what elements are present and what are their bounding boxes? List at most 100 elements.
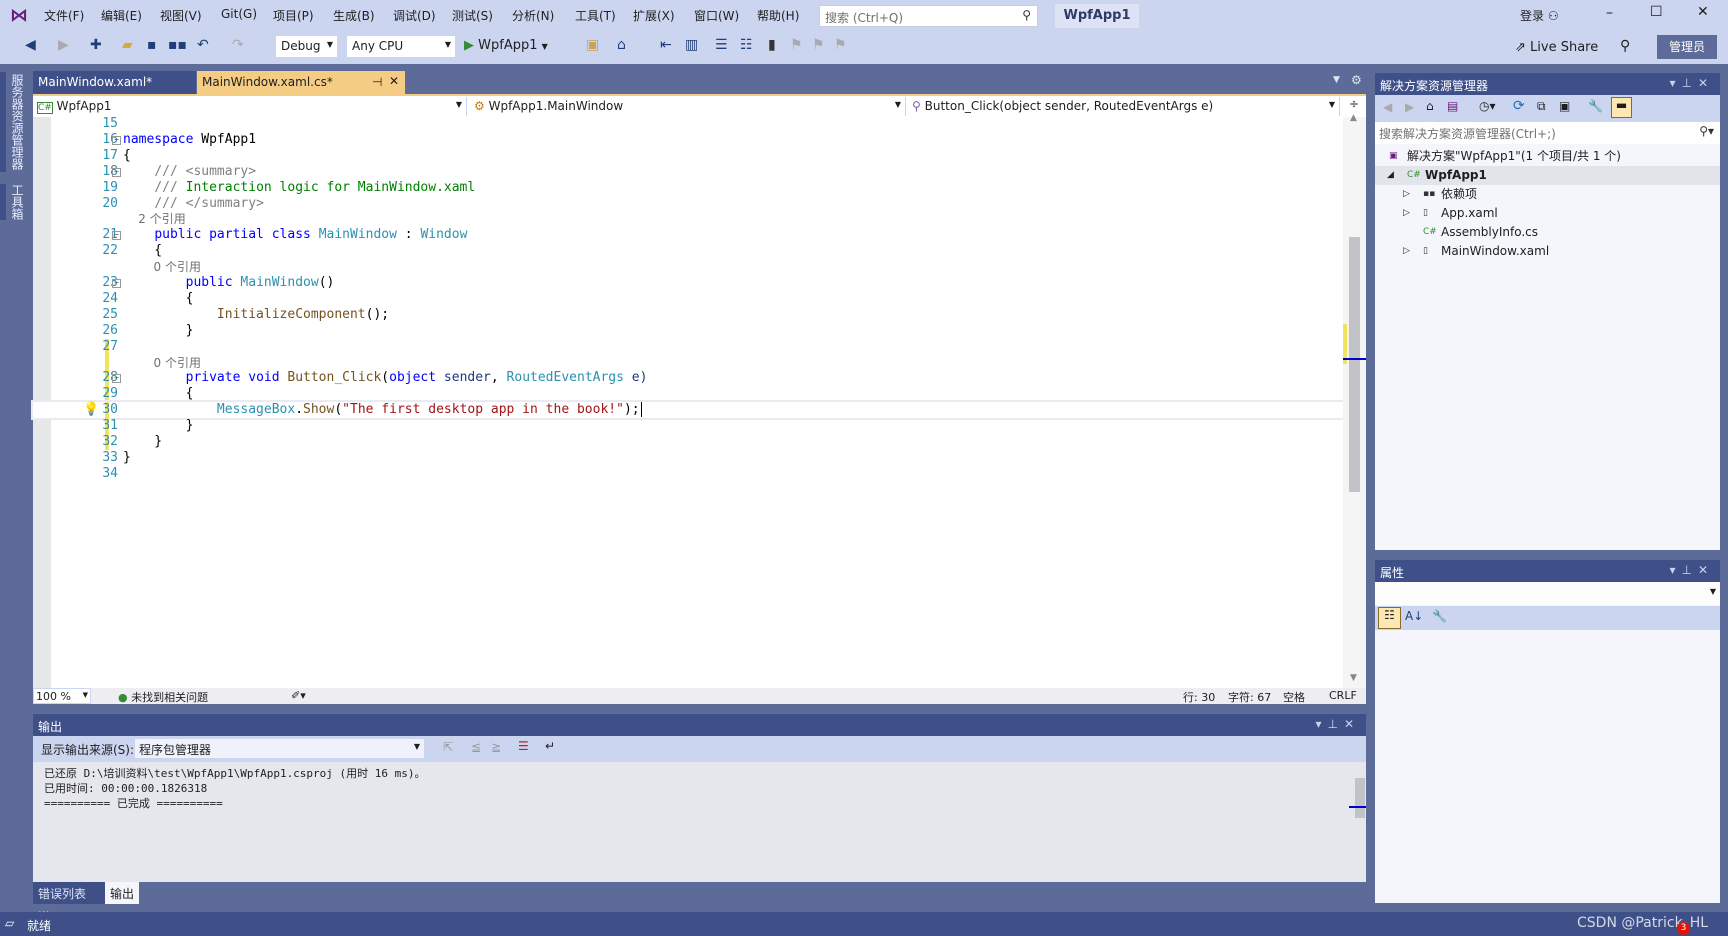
sync-icon[interactable]: ⟳ xyxy=(1513,98,1525,114)
back-icon[interactable]: ◀ xyxy=(25,37,36,53)
code-line[interactable]: 27 xyxy=(33,338,1343,355)
new-project-icon[interactable]: ✚ xyxy=(90,37,102,53)
tab-output[interactable]: 输出 xyxy=(105,882,139,904)
indent-mode[interactable]: 空格 xyxy=(1283,689,1305,705)
property-pages-icon[interactable]: 🔧 xyxy=(1432,609,1447,623)
code-line[interactable]: 33} xyxy=(33,450,1343,466)
switch-views-icon[interactable]: ▤ xyxy=(1447,99,1458,113)
live-share-button[interactable]: ⇗ Live Share xyxy=(1515,40,1598,55)
platform-dropdown[interactable]: Any CPU ▼ xyxy=(346,35,456,58)
tab-overflow-icon[interactable]: ▼ xyxy=(1333,75,1340,85)
previous-message-icon[interactable]: ≦ xyxy=(471,740,481,754)
collapse-icon[interactable]: − xyxy=(112,231,121,241)
menu-item[interactable]: 帮助(H) xyxy=(757,7,799,24)
tree-item[interactable]: ▷ ▪▪ 依赖项 xyxy=(1375,185,1720,204)
bookmark-icon[interactable]: ▮ xyxy=(768,37,776,53)
codelens-references[interactable]: 0 个引用 xyxy=(123,260,201,274)
code-line[interactable]: 21− public partial class MainWindow : Wi… xyxy=(33,227,1343,243)
tree-item[interactable]: C# AssemblyInfo.cs xyxy=(1375,223,1720,242)
show-all-files-icon[interactable]: ▣ xyxy=(1559,99,1570,113)
menu-item[interactable]: 视图(V) xyxy=(160,7,202,24)
menu-item[interactable]: 扩展(X) xyxy=(633,7,675,24)
search-input[interactable]: 搜索 (Ctrl+Q) ⚲ xyxy=(819,5,1038,27)
output-scrollbar[interactable] xyxy=(1349,762,1366,882)
close-window-button[interactable]: ✕ xyxy=(1697,4,1709,20)
expand-icon[interactable]: ▷ xyxy=(1403,242,1410,261)
split-editor-icon[interactable]: ÷ xyxy=(1349,97,1359,111)
code-line[interactable]: 19 /// Interaction logic for MainWindow.… xyxy=(33,180,1343,196)
save-all-icon[interactable]: ▪▪ xyxy=(168,37,187,53)
panel-controls-icon[interactable]: ▾⊥✕ xyxy=(1315,717,1360,731)
browser-link-icon[interactable]: ⌂ xyxy=(617,37,626,53)
tree-item[interactable]: ▷ ▯ App.xaml xyxy=(1375,204,1720,223)
code-line[interactable]: 26 } xyxy=(33,323,1343,339)
code-area[interactable]: 15 16− namespace WpfApp1 17{18− /// <summar… xyxy=(31,116,1345,688)
collapse-icon[interactable]: − xyxy=(112,374,121,384)
code-line[interactable]: 16− namespace WpfApp1 xyxy=(33,132,1343,148)
object-selector[interactable]: ▼ xyxy=(1375,582,1720,605)
configuration-dropdown[interactable]: Debug ▼ xyxy=(275,35,338,58)
code-line[interactable]: 17 { xyxy=(33,148,1343,164)
pending-changes-icon[interactable]: ◷▾ xyxy=(1479,99,1496,113)
back-icon[interactable]: ◀ xyxy=(1383,100,1392,114)
expand-icon[interactable]: ▷ xyxy=(1403,185,1410,204)
code-line[interactable]: 0 个引用 xyxy=(33,259,1343,275)
code-line[interactable]: 2 个引用 xyxy=(33,211,1343,227)
collapse-icon[interactable]: − xyxy=(112,279,121,288)
undo-icon[interactable]: ↶ xyxy=(197,37,209,53)
panel-controls-icon[interactable]: ▾⊥✕ xyxy=(1669,76,1714,90)
categorized-icon[interactable]: ☷ xyxy=(1378,607,1401,629)
panel-controls-icon[interactable]: ▾⊥✕ xyxy=(1669,563,1714,577)
solution-search-input[interactable]: 搜索解决方案资源管理器(Ctrl+;) ⚲▾ xyxy=(1375,122,1720,144)
feedback-icon[interactable]: ⚲ xyxy=(1620,38,1630,54)
codelens-references[interactable]: 0 个引用 xyxy=(123,356,201,370)
expand-icon[interactable]: ▷ xyxy=(1403,204,1410,223)
member-dropdown[interactable]: ⚲ Button_Click(object sender, RoutedEven… xyxy=(908,97,1340,116)
pin-icon[interactable]: ⊣ xyxy=(372,75,382,89)
collapse-icon[interactable]: − xyxy=(112,167,121,177)
vertical-scrollbar[interactable]: ▲ ▼ xyxy=(1343,113,1366,688)
scrollbar-thumb[interactable] xyxy=(1355,778,1365,818)
code-line[interactable]: 0 个引用 xyxy=(33,354,1343,371)
menu-item[interactable]: 窗口(W) xyxy=(694,7,739,24)
code-line[interactable]: 15 xyxy=(33,116,1343,132)
admin-badge[interactable]: 管理员 xyxy=(1657,35,1717,59)
code-line[interactable]: 24 { xyxy=(33,291,1343,307)
clear-all-icon[interactable]: ☰ xyxy=(518,739,529,753)
comment-icon[interactable]: ☰ xyxy=(715,37,728,53)
close-tab-icon[interactable]: ✕ xyxy=(389,74,399,88)
server-explorer-tab[interactable]: 服务器资源管理器 xyxy=(9,74,26,170)
code-line[interactable]: 34 xyxy=(33,466,1343,482)
code-line[interactable]: 30 💡 MessageBox.Show("The first desktop a… xyxy=(31,400,1345,421)
code-line[interactable]: 23− public MainWindow() xyxy=(33,275,1343,291)
codelens-references[interactable]: 2 个引用 xyxy=(123,212,185,226)
type-dropdown[interactable]: ⚙ WpfApp1.MainWindow ▼ xyxy=(470,97,906,116)
wrench-icon[interactable]: 🔧 xyxy=(1588,99,1603,113)
preview-selected-icon[interactable]: ▬ xyxy=(1611,97,1632,118)
next-bookmark-icon[interactable]: ⚑ xyxy=(812,37,825,53)
open-folder-icon[interactable]: ▰ xyxy=(122,37,133,53)
next-message-icon[interactable]: ≧ xyxy=(491,740,501,754)
go-to-location-icon[interactable]: ⇱ xyxy=(443,740,453,754)
forward-icon[interactable]: ▶ xyxy=(58,37,69,53)
scroll-up-icon[interactable]: ▲ xyxy=(1350,113,1357,123)
code-line[interactable]: 18− /// <summary> xyxy=(33,164,1343,180)
menu-item[interactable]: 测试(S) xyxy=(452,7,493,24)
maximize-button[interactable]: ☐ xyxy=(1650,4,1663,20)
columns-icon[interactable]: ▥ xyxy=(685,37,698,53)
code-line[interactable]: 31 } xyxy=(33,418,1343,435)
output-text[interactable]: 已还原 D:\培训资料\test\WpfApp1\WpfApp1.csproj … xyxy=(33,762,1366,882)
find-in-files-icon[interactable]: ▣ xyxy=(586,37,599,53)
code-line[interactable]: 25 InitializeComponent(); xyxy=(33,307,1343,323)
sort-alphabetical-icon[interactable]: A↓ xyxy=(1405,609,1423,623)
menu-item[interactable]: 项目(P) xyxy=(273,7,314,24)
toolbox-tab[interactable]: 工具箱 xyxy=(9,184,26,220)
code-line[interactable]: 32 } xyxy=(33,434,1343,450)
prev-bookmark-icon[interactable]: ⚑ xyxy=(790,37,803,53)
menu-item[interactable]: 编辑(E) xyxy=(101,7,142,24)
output-source-dropdown[interactable]: 程序包管理器 ▼ xyxy=(134,738,425,759)
code-line[interactable]: 28− private void Button_Click(object sen… xyxy=(33,370,1343,387)
code-cleanup-icon[interactable]: ✐▾ xyxy=(291,689,306,702)
code-line[interactable]: 20 /// </summary> xyxy=(33,196,1343,212)
menu-item[interactable]: Git(G) xyxy=(221,7,257,21)
